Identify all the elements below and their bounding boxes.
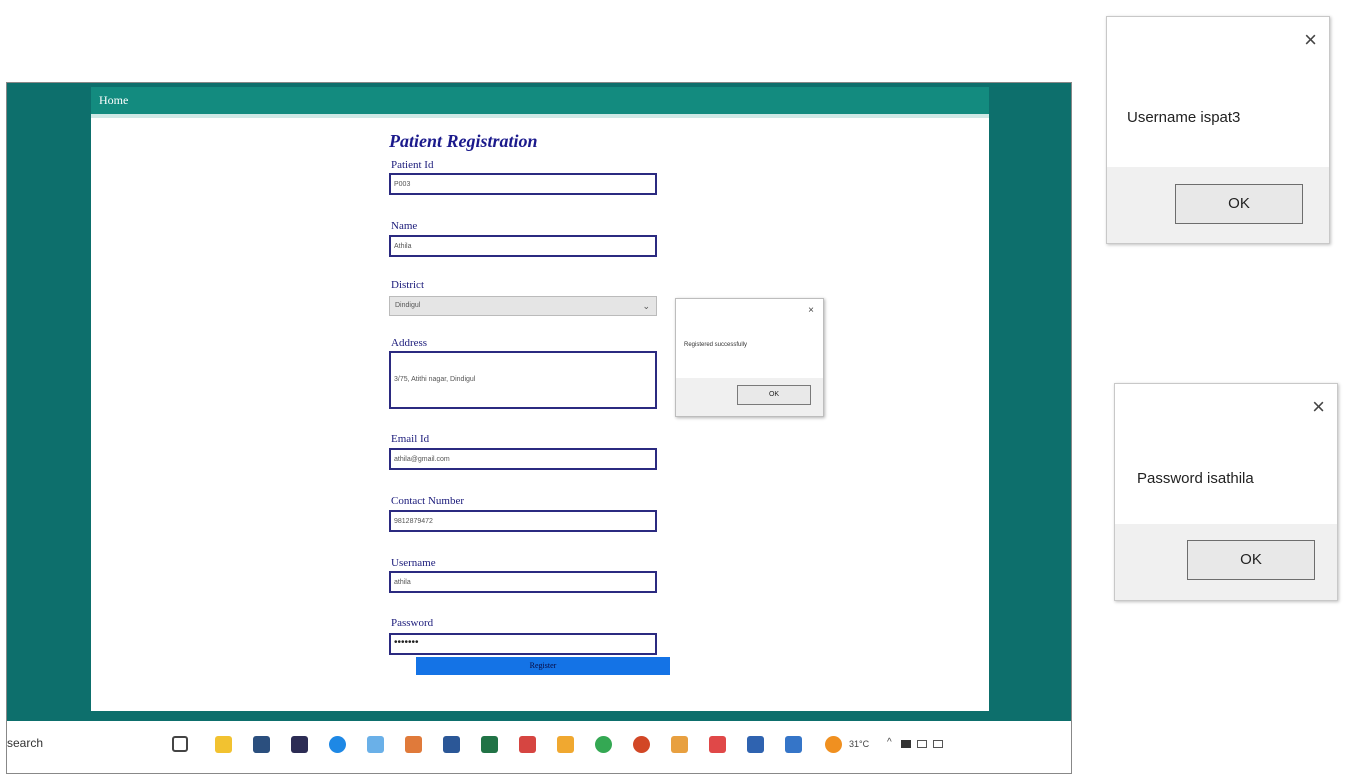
- address-label: Address: [391, 337, 428, 349]
- ok-button[interactable]: OK: [1187, 540, 1315, 580]
- volume-icon: [933, 740, 943, 748]
- dropbox-icon[interactable]: [291, 736, 308, 753]
- ok-button[interactable]: OK: [1175, 184, 1303, 224]
- temperature-text: 31°C: [849, 739, 870, 749]
- contact-number-input[interactable]: 9812879472: [389, 510, 657, 532]
- page-title: Patient Registration: [389, 131, 538, 151]
- chevron-down-icon: ⌄: [642, 301, 650, 311]
- alert-footer: OK: [676, 378, 823, 416]
- district-selected-value: Dindigul: [395, 302, 421, 309]
- navbar: Home: [91, 87, 989, 118]
- password-dialog: × Password isathila OK: [1114, 383, 1338, 601]
- close-icon[interactable]: ×: [1312, 394, 1325, 420]
- alert-message: Registered successfully: [684, 342, 748, 348]
- username-dialog: × Username ispat3 OK: [1106, 16, 1330, 244]
- word-icon[interactable]: [443, 736, 460, 753]
- username-input[interactable]: athila: [389, 571, 657, 593]
- close-icon[interactable]: ×: [808, 305, 814, 316]
- address-textarea[interactable]: 3/75, Atithi nagar, Dindigul: [389, 351, 657, 409]
- password-label: Password: [391, 617, 434, 629]
- weather-icon[interactable]: [825, 736, 842, 753]
- browser-screenshot: Home Patient Registration Patient Id P00…: [6, 82, 1072, 774]
- battery-icon: [901, 740, 911, 748]
- email-label: Email Id: [391, 433, 430, 445]
- tray-chevron-icon[interactable]: ^: [887, 737, 892, 748]
- password-input[interactable]: •••••••: [389, 633, 657, 655]
- file-explorer-icon[interactable]: [215, 736, 232, 753]
- acrobat-icon[interactable]: [519, 736, 536, 753]
- app-icon[interactable]: [785, 736, 802, 753]
- chrome-icon[interactable]: [595, 736, 612, 753]
- taskbar: search 31°C ^: [7, 721, 1071, 773]
- taskbar-search[interactable]: search: [7, 736, 43, 750]
- app-icon[interactable]: [367, 736, 384, 753]
- email-input[interactable]: athila@gmail.com: [389, 448, 657, 470]
- app-icon[interactable]: [709, 736, 726, 753]
- dialog-footer: OK: [1107, 167, 1329, 243]
- app-icon[interactable]: [671, 736, 688, 753]
- app-icon[interactable]: [405, 736, 422, 753]
- powerpoint-icon[interactable]: [633, 736, 650, 753]
- username-label: Username: [391, 557, 436, 569]
- close-icon[interactable]: ×: [1304, 27, 1317, 53]
- ok-button[interactable]: OK: [737, 385, 811, 405]
- nav-home-link[interactable]: Home: [99, 93, 128, 108]
- patient-id-input[interactable]: P003: [389, 173, 657, 195]
- username-message: Username ispat3: [1127, 109, 1241, 126]
- contact-number-label: Contact Number: [391, 495, 465, 507]
- register-button[interactable]: Register: [416, 657, 670, 675]
- edge-icon[interactable]: [329, 736, 346, 753]
- excel-icon[interactable]: [481, 736, 498, 753]
- network-icon: [917, 740, 927, 748]
- name-input[interactable]: Athila: [389, 235, 657, 257]
- app-icon[interactable]: [747, 736, 764, 753]
- registration-alert-dialog: × Registered successfully OK: [675, 298, 824, 417]
- district-label: District: [391, 279, 424, 291]
- store-icon[interactable]: [253, 736, 270, 753]
- task-view-icon[interactable]: [172, 736, 188, 752]
- app-icon[interactable]: [557, 736, 574, 753]
- patient-id-label: Patient Id: [391, 159, 434, 171]
- name-label: Name: [391, 220, 418, 232]
- dialog-footer: OK: [1115, 524, 1337, 600]
- district-select[interactable]: Dindigul ⌄: [389, 296, 657, 316]
- web-page: Home Patient Registration Patient Id P00…: [91, 87, 989, 711]
- password-message: Password isathila: [1137, 470, 1254, 487]
